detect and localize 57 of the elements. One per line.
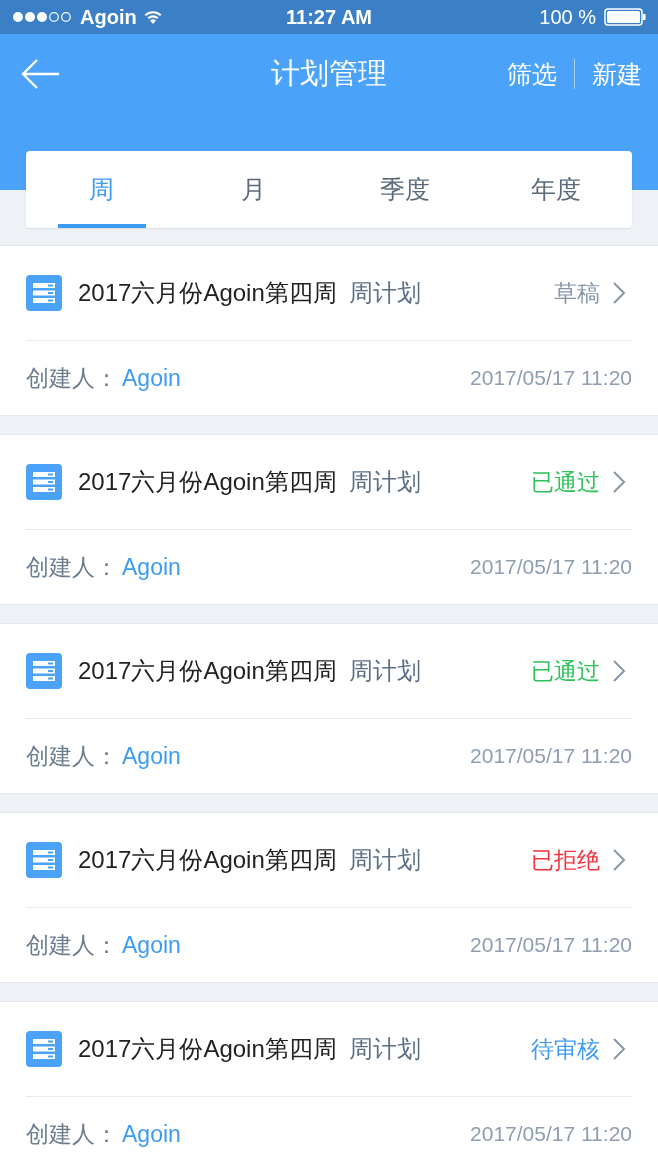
creator-name: Agoin xyxy=(122,742,181,770)
creator-name: Agoin xyxy=(122,931,181,959)
document-list-icon xyxy=(26,1031,62,1067)
period-tab[interactable]: 周 xyxy=(26,151,178,228)
created-date: 2017/05/17 11:20 xyxy=(470,366,632,390)
plan-type: 周计划 xyxy=(348,845,421,875)
status-label: 已通过 xyxy=(531,467,600,497)
creator-label: 创建人： xyxy=(26,552,118,582)
document-list-icon xyxy=(26,653,62,689)
created-date: 2017/05/17 11:20 xyxy=(470,1122,632,1146)
chevron-right-icon xyxy=(612,470,626,494)
creator-label: 创建人： xyxy=(26,930,118,960)
plan-card[interactable]: 2017六月份Agoin第四周 周计划 已拒绝 创建人： Agoin 2017/05/17 11:20 xyxy=(0,812,658,983)
document-list-icon xyxy=(26,842,62,878)
plan-card[interactable]: 2017六月份Agoin第四周 周计划 已通过 创建人： Agoin 2017/05/17 11:20 xyxy=(0,434,658,605)
chevron-right-icon xyxy=(612,848,626,872)
period-tab[interactable]: 年度 xyxy=(480,151,632,228)
creator-label: 创建人： xyxy=(26,741,118,771)
battery-icon xyxy=(604,8,646,26)
plan-type: 周计划 xyxy=(348,467,421,497)
creator-label: 创建人： xyxy=(26,1119,118,1149)
carrier-name: Agoin xyxy=(80,5,137,29)
wifi-icon xyxy=(142,9,163,25)
created-date: 2017/05/17 11:20 xyxy=(470,744,632,768)
period-tab[interactable]: 季度 xyxy=(329,151,481,228)
created-date: 2017/05/17 11:20 xyxy=(470,933,632,957)
plan-card[interactable]: 2017六月份Agoin第四周 周计划 草稿 创建人： Agoin 2017/05/17 11:20 xyxy=(0,245,658,416)
document-list-icon xyxy=(26,464,62,500)
status-time: 11:27 AM xyxy=(286,5,372,28)
period-tab[interactable]: 月 xyxy=(177,151,329,228)
plan-title: 2017六月份Agoin第四周 xyxy=(78,278,337,308)
creator-label: 创建人： xyxy=(26,363,118,393)
document-list-icon xyxy=(26,275,62,311)
back-arrow-icon[interactable] xyxy=(20,58,60,90)
status-label: 草稿 xyxy=(554,278,600,308)
plan-title: 2017六月份Agoin第四周 xyxy=(78,1034,337,1064)
plan-card[interactable]: 2017六月份Agoin第四周 周计划 已通过 创建人： Agoin 2017/05/17 11:20 xyxy=(0,623,658,794)
creator-name: Agoin xyxy=(122,553,181,581)
page-title: 计划管理 xyxy=(271,57,387,89)
plan-title: 2017六月份Agoin第四周 xyxy=(78,656,337,686)
plan-type: 周计划 xyxy=(348,656,421,686)
battery-percent: 100 % xyxy=(539,5,596,29)
plan-type: 周计划 xyxy=(348,278,421,308)
signal-icon xyxy=(12,11,74,23)
chevron-right-icon xyxy=(612,281,626,305)
chevron-right-icon xyxy=(612,1037,626,1061)
creator-name: Agoin xyxy=(122,364,181,392)
status-label: 已通过 xyxy=(531,656,600,686)
status-label: 已拒绝 xyxy=(531,845,600,875)
creator-name: Agoin xyxy=(122,1120,181,1148)
plan-type: 周计划 xyxy=(348,1034,421,1064)
status-label: 待审核 xyxy=(531,1034,600,1064)
created-date: 2017/05/17 11:20 xyxy=(470,555,632,579)
plan-title: 2017六月份Agoin第四周 xyxy=(78,467,337,497)
plan-card[interactable]: 2017六月份Agoin第四周 周计划 待审核 创建人： Agoin 2017/05/17 11:20 xyxy=(0,1001,658,1170)
chevron-right-icon xyxy=(612,659,626,683)
plan-title: 2017六月份Agoin第四周 xyxy=(78,845,337,875)
